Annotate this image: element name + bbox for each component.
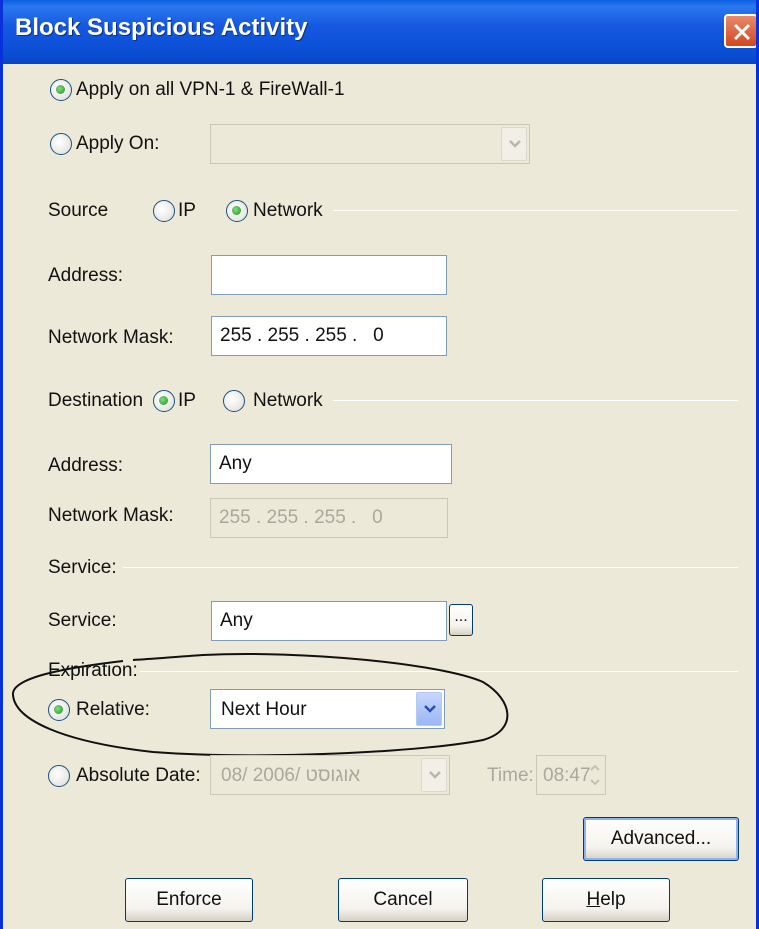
absolute-date-dropdown-button[interactable]: [421, 758, 447, 792]
time-label: Time:: [487, 765, 534, 786]
expiration-absolute-radio[interactable]: [48, 765, 70, 787]
spinner-arrows-icon: [590, 764, 600, 786]
advanced-button[interactable]: Advanced...: [583, 817, 739, 861]
block-suspicious-activity-dialog: Block Suspicious Activity Apply on all V…: [0, 0, 759, 929]
time-spinner[interactable]: 08:47: [536, 755, 606, 795]
enforce-button[interactable]: Enforce: [125, 878, 253, 922]
expiration-absolute-label: Absolute Date:: [76, 765, 201, 786]
help-accelerator: H: [586, 889, 601, 910]
cancel-button[interactable]: Cancel: [338, 878, 468, 922]
help-label-rest: elp: [600, 889, 626, 910]
chevron-down-icon: [429, 771, 441, 779]
help-button[interactable]: Help: [542, 878, 670, 922]
absolute-date-value: 08/ אוגוסט /2006: [221, 765, 361, 786]
time-value: 08:47: [543, 765, 591, 786]
absolute-date-dropdown[interactable]: 08/ אוגוסט /2006: [210, 755, 450, 795]
